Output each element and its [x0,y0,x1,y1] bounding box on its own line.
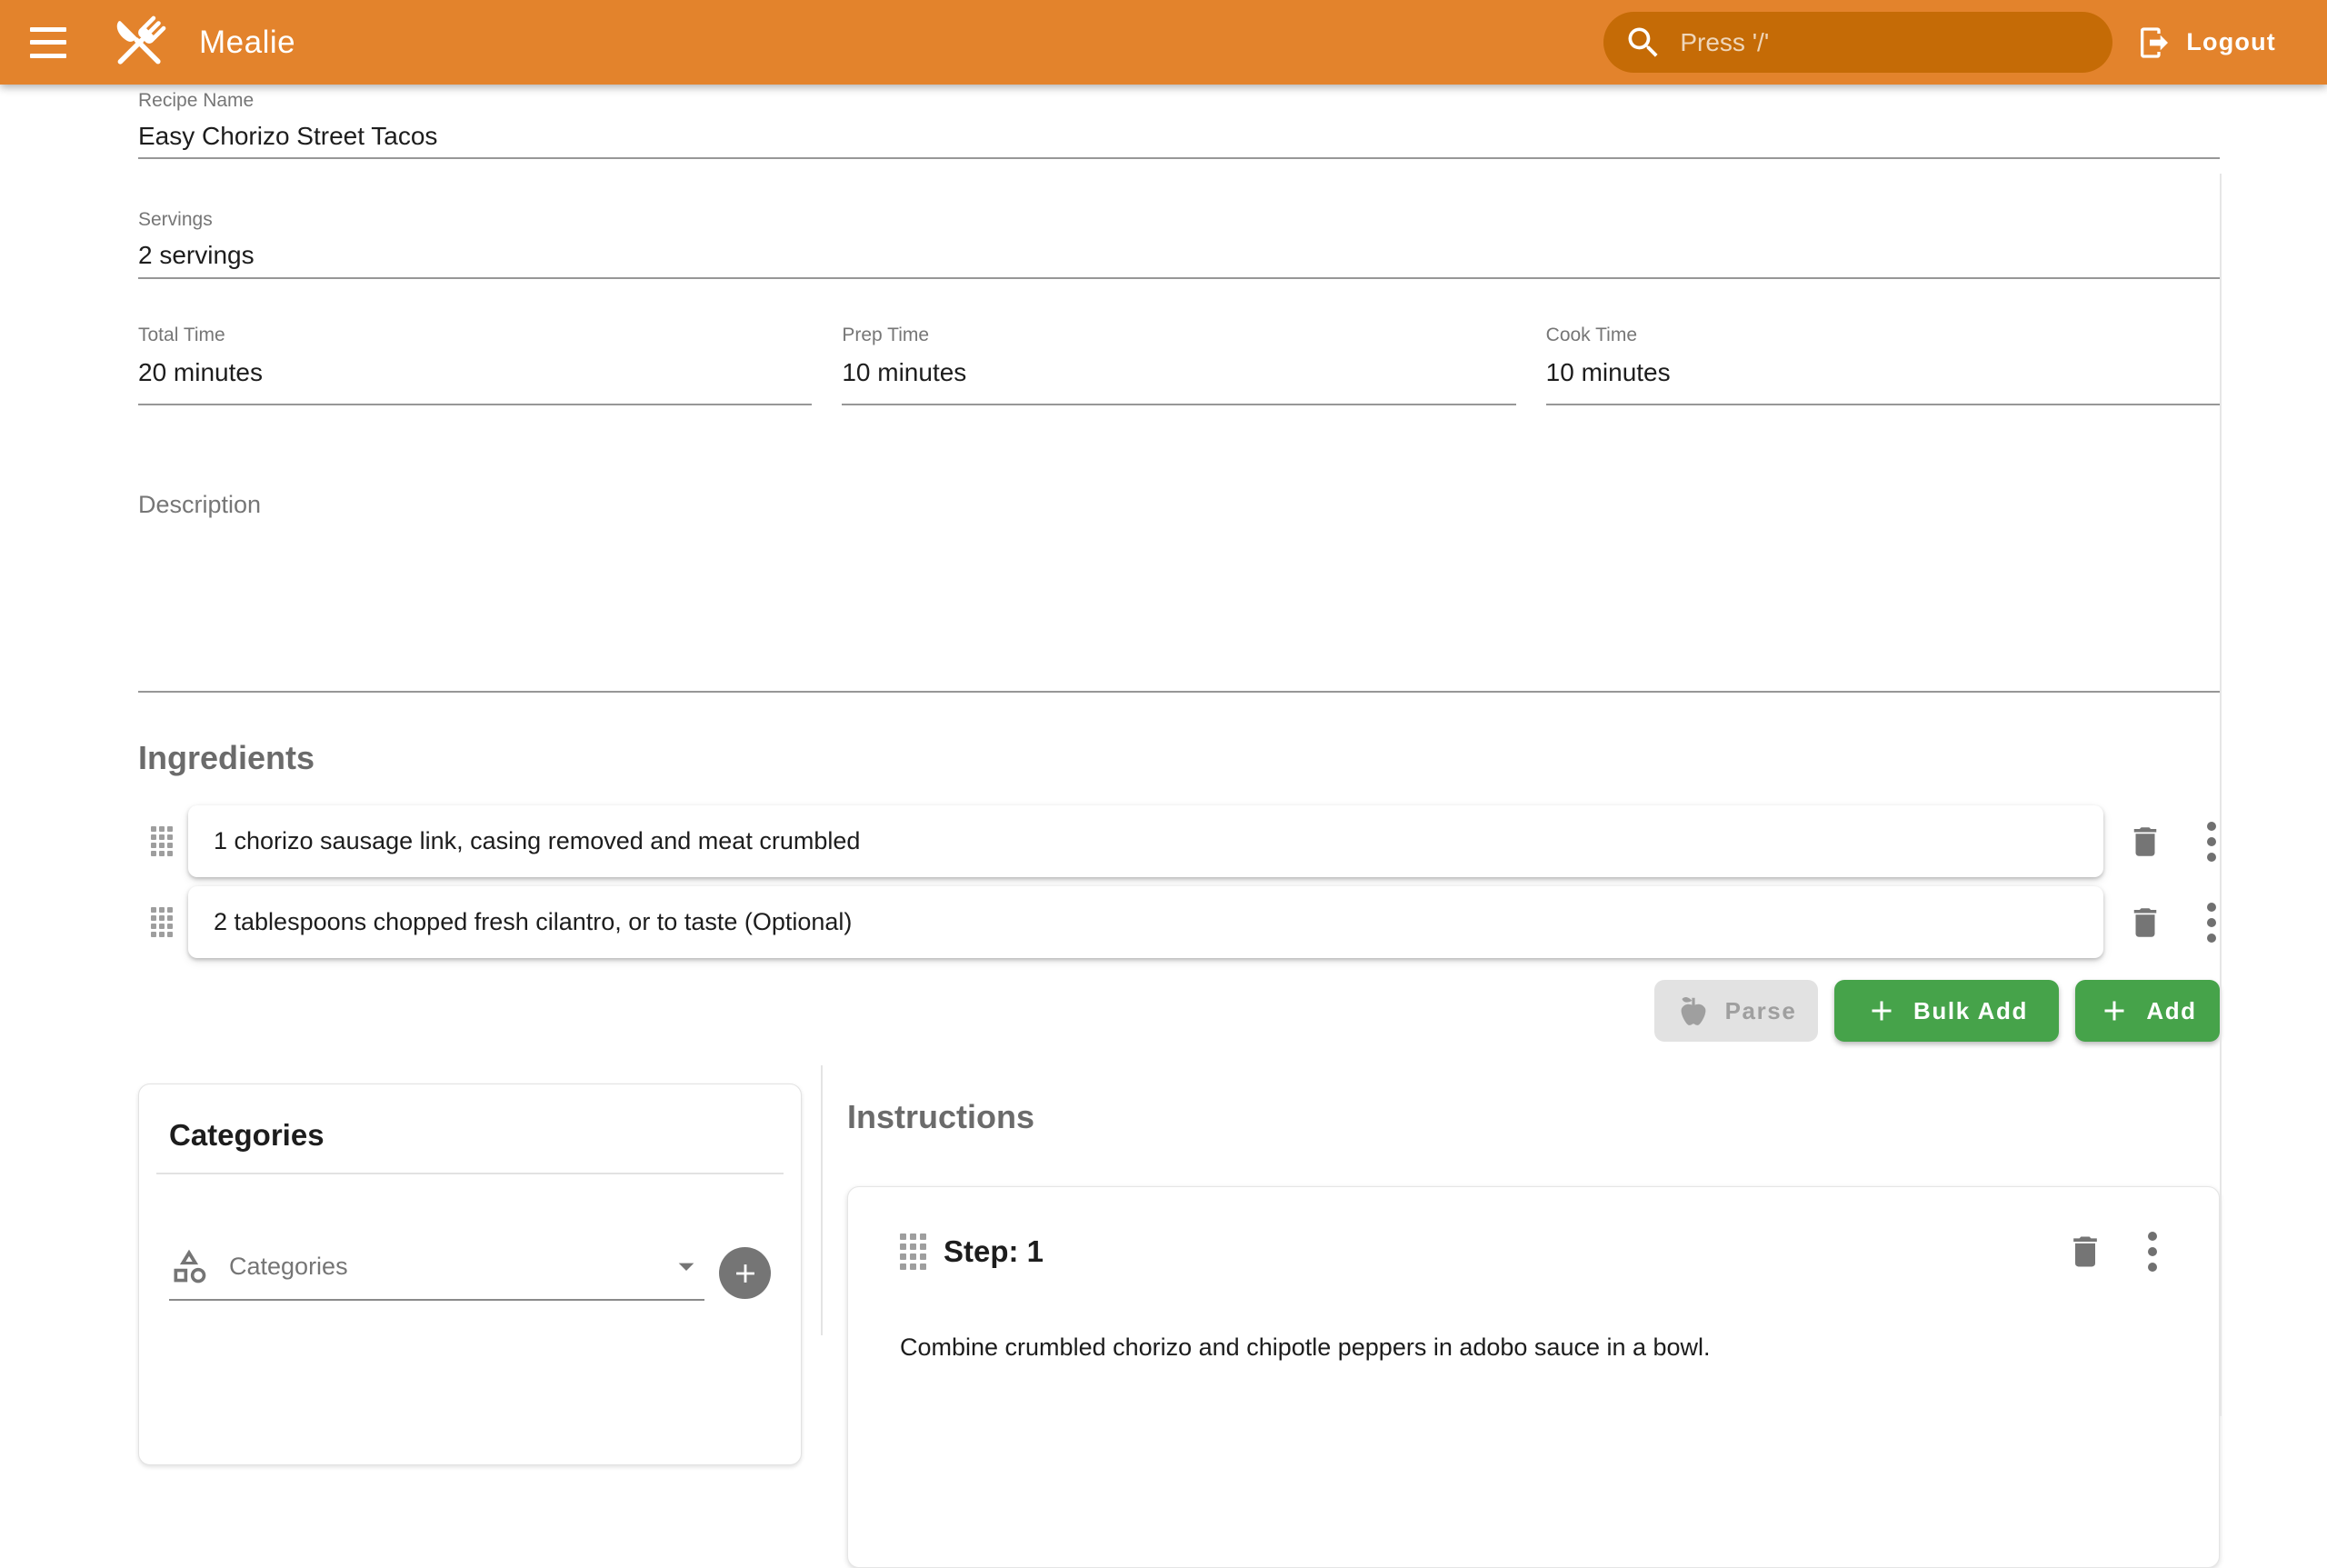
divider [156,1173,784,1174]
categories-select-row: Categories [169,1246,771,1301]
bulk-add-label: Bulk Add [1913,997,2028,1025]
plus-icon [2098,994,2131,1027]
total-time-value[interactable]: 20 minutes [138,355,812,389]
search-input[interactable] [1678,27,2094,58]
search-icon [1623,23,1663,63]
delete-step-button[interactable] [2065,1232,2105,1272]
trash-icon [2126,823,2164,861]
app-bar: Mealie Logout [0,0,2327,85]
logout-label: Logout [2186,28,2276,56]
ingredient-input[interactable]: 2 tablespoons chopped fresh cilantro, or… [188,886,2103,958]
ingredient-input[interactable]: 1 chorizo sausage link, casing removed a… [188,805,2103,877]
ingredient-menu-icon[interactable] [2207,822,2216,862]
parse-label: Parse [1725,997,1797,1025]
ingredients-heading: Ingredients [138,737,2220,779]
recipe-name-value[interactable]: Easy Chorizo Street Tacos [138,119,2220,153]
step-title: Step: 1 [944,1231,1044,1273]
drag-handle-icon[interactable] [151,826,173,856]
lower-columns: Categories Categories [138,1065,2220,1335]
categories-card-title: Categories [169,1114,771,1155]
servings-value[interactable]: 2 servings [138,238,2220,272]
prep-time-value[interactable]: 10 minutes [842,355,1515,389]
add-label: Add [2146,997,2196,1025]
plus-icon [730,1258,761,1289]
parse-button[interactable]: Parse [1654,980,1818,1042]
logout-icon [2136,25,2172,61]
servings-label: Servings [138,208,2220,231]
ingredient-list: 1 chorizo sausage link, casing removed a… [138,805,2220,958]
ingredient-actions: Parse Bulk Add Add [138,980,2220,1042]
content-right-border [2220,174,2222,1416]
instructions-heading: Instructions [847,1096,2220,1138]
prep-time-label: Prep Time [842,324,1515,346]
plus-icon [1865,994,1898,1027]
chevron-down-icon[interactable] [668,1248,704,1284]
delete-ingredient-button[interactable] [2126,823,2164,861]
total-time-label: Total Time [138,324,812,346]
prep-time-field[interactable]: Prep Time 10 minutes [842,324,1515,405]
ingredient-text: 2 tablespoons chopped fresh cilantro, or… [214,908,852,936]
categories-card: Categories Categories [138,1084,802,1465]
recipe-name-label: Recipe Name [138,89,2220,112]
add-ingredient-button[interactable]: Add [2075,980,2220,1042]
cook-time-label: Cook Time [1546,324,2220,346]
shapes-icon [169,1246,209,1286]
trash-icon [2126,904,2164,942]
categories-column: Categories Categories [138,1065,823,1335]
ingredient-text: 1 chorizo sausage link, casing removed a… [214,827,860,855]
times-row: Total Time 20 minutes Prep Time 10 minut… [138,324,2220,405]
menu-icon[interactable] [30,27,66,58]
delete-ingredient-button[interactable] [2126,904,2164,942]
add-category-button[interactable] [719,1247,771,1299]
recipe-editor: Recipe Name Easy Chorizo Street Tacos Se… [0,89,2327,1335]
step-text[interactable]: Combine crumbled chorizo and chipotle pe… [900,1330,2161,1364]
logout-button[interactable]: Logout [2136,25,2276,61]
app-title: Mealie [199,25,295,61]
ingredient-row: 2 tablespoons chopped fresh cilantro, or… [138,886,2220,958]
cook-time-field[interactable]: Cook Time 10 minutes [1546,324,2220,405]
ingredient-menu-icon[interactable] [2207,903,2216,943]
step-menu-icon[interactable] [2148,1232,2157,1272]
categories-select[interactable]: Categories [169,1246,704,1301]
instructions-column: Instructions Step: 1 Combine crumble [823,1065,2220,1335]
mealie-logo-icon [107,8,171,77]
drag-handle-icon[interactable] [900,1233,926,1270]
description-label: Description [138,489,2220,520]
step-header: Step: 1 [900,1231,2161,1273]
servings-field[interactable]: Servings 2 servings [138,208,2220,279]
apple-icon [1676,994,1711,1028]
bulk-add-button[interactable]: Bulk Add [1834,980,2059,1042]
recipe-name-field[interactable]: Recipe Name Easy Chorizo Street Tacos [138,89,2220,159]
drag-handle-icon[interactable] [151,907,173,937]
ingredient-row: 1 chorizo sausage link, casing removed a… [138,805,2220,877]
cook-time-value[interactable]: 10 minutes [1546,355,2220,389]
step-card: Step: 1 Combine crumbled chorizo and chi… [847,1186,2220,1568]
total-time-field[interactable]: Total Time 20 minutes [138,324,812,405]
description-field[interactable]: Description [138,489,2220,693]
search-bar[interactable] [1603,12,2112,73]
trash-icon [2065,1232,2105,1272]
categories-select-label: Categories [229,1253,348,1281]
